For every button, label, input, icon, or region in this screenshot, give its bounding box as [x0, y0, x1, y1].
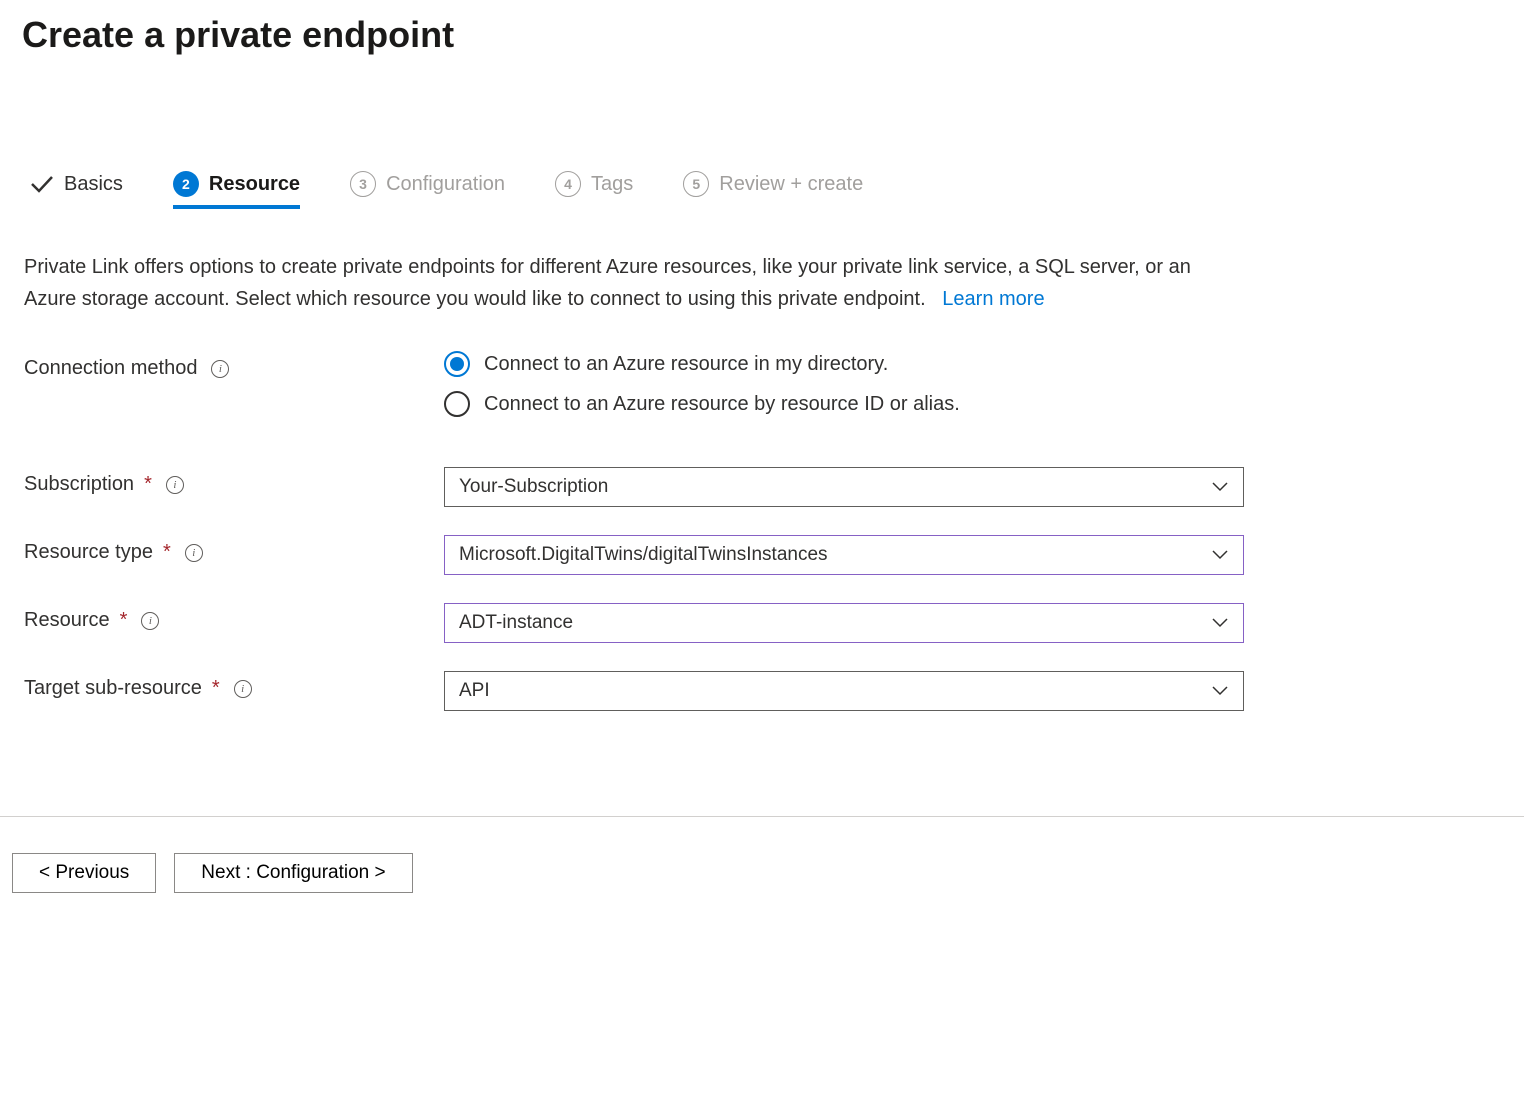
tab-resource[interactable]: 2 Resource — [173, 171, 300, 209]
label-text: Subscription — [24, 473, 134, 496]
description-text: Private Link offers options to create pr… — [0, 209, 1240, 315]
select-value: Your-Subscription — [459, 476, 608, 498]
required-asterisk: * — [163, 541, 171, 564]
info-icon[interactable]: i — [211, 360, 229, 378]
chevron-down-icon — [1211, 685, 1229, 697]
step-number-icon: 5 — [683, 171, 709, 197]
select-value: Microsoft.DigitalTwins/digitalTwinsInsta… — [459, 544, 828, 566]
connection-method-label: Connection method i — [24, 351, 444, 380]
label-text: Resource type — [24, 541, 153, 564]
radio-icon — [444, 351, 470, 377]
tab-tags[interactable]: 4 Tags — [555, 171, 633, 209]
tab-basics[interactable]: Basics — [30, 173, 123, 208]
label-text: Resource — [24, 609, 110, 632]
chevron-down-icon — [1211, 549, 1229, 561]
tab-label: Configuration — [386, 173, 505, 196]
row-target-sub-resource: Target sub-resource * i API — [24, 671, 1524, 711]
tab-label: Review + create — [719, 173, 863, 196]
info-icon[interactable]: i — [141, 612, 159, 630]
info-icon[interactable]: i — [185, 544, 203, 562]
next-button[interactable]: Next : Configuration > — [174, 853, 412, 893]
subscription-label: Subscription * i — [24, 467, 444, 496]
row-subscription: Subscription * i Your-Subscription — [24, 467, 1524, 507]
form: Connection method i Connect to an Azure … — [0, 315, 1524, 711]
resource-select[interactable]: ADT-instance — [444, 603, 1244, 643]
label-text: Connection method — [24, 357, 197, 380]
tab-label: Basics — [64, 173, 123, 196]
wizard-footer: < Previous Next : Configuration > — [0, 816, 1524, 893]
radio-label: Connect to an Azure resource in my direc… — [484, 353, 888, 376]
previous-button[interactable]: < Previous — [12, 853, 156, 893]
page-title: Create a private endpoint — [0, 0, 1524, 56]
chevron-down-icon — [1211, 617, 1229, 629]
row-connection-method: Connection method i Connect to an Azure … — [24, 351, 1524, 417]
required-asterisk: * — [144, 473, 152, 496]
resource-type-select[interactable]: Microsoft.DigitalTwins/digitalTwinsInsta… — [444, 535, 1244, 575]
select-value: ADT-instance — [459, 612, 573, 634]
tab-configuration[interactable]: 3 Configuration — [350, 171, 505, 209]
label-text: Target sub-resource — [24, 677, 202, 700]
required-asterisk: * — [212, 677, 220, 700]
info-icon[interactable]: i — [166, 476, 184, 494]
wizard-tabs: Basics 2 Resource 3 Configuration 4 Tags… — [0, 56, 1524, 209]
resource-label: Resource * i — [24, 603, 444, 632]
target-sub-resource-select[interactable]: API — [444, 671, 1244, 711]
step-number-icon: 2 — [173, 171, 199, 197]
row-resource: Resource * i ADT-instance — [24, 603, 1524, 643]
resource-type-label: Resource type * i — [24, 535, 444, 564]
step-number-icon: 4 — [555, 171, 581, 197]
row-resource-type: Resource type * i Microsoft.DigitalTwins… — [24, 535, 1524, 575]
chevron-down-icon — [1211, 481, 1229, 493]
radio-label: Connect to an Azure resource by resource… — [484, 393, 960, 416]
subscription-select[interactable]: Your-Subscription — [444, 467, 1244, 507]
info-icon[interactable]: i — [234, 680, 252, 698]
tab-review-create[interactable]: 5 Review + create — [683, 171, 863, 209]
step-number-icon: 3 — [350, 171, 376, 197]
tab-label: Tags — [591, 173, 633, 196]
radio-connect-directory[interactable]: Connect to an Azure resource in my direc… — [444, 351, 960, 377]
radio-connect-resource-id[interactable]: Connect to an Azure resource by resource… — [444, 391, 960, 417]
target-sub-resource-label: Target sub-resource * i — [24, 671, 444, 700]
radio-icon — [444, 391, 470, 417]
learn-more-link[interactable]: Learn more — [942, 288, 1044, 310]
check-icon — [30, 174, 54, 194]
select-value: API — [459, 680, 490, 702]
connection-method-radios: Connect to an Azure resource in my direc… — [444, 351, 960, 417]
required-asterisk: * — [120, 609, 128, 632]
tab-label: Resource — [209, 173, 300, 196]
